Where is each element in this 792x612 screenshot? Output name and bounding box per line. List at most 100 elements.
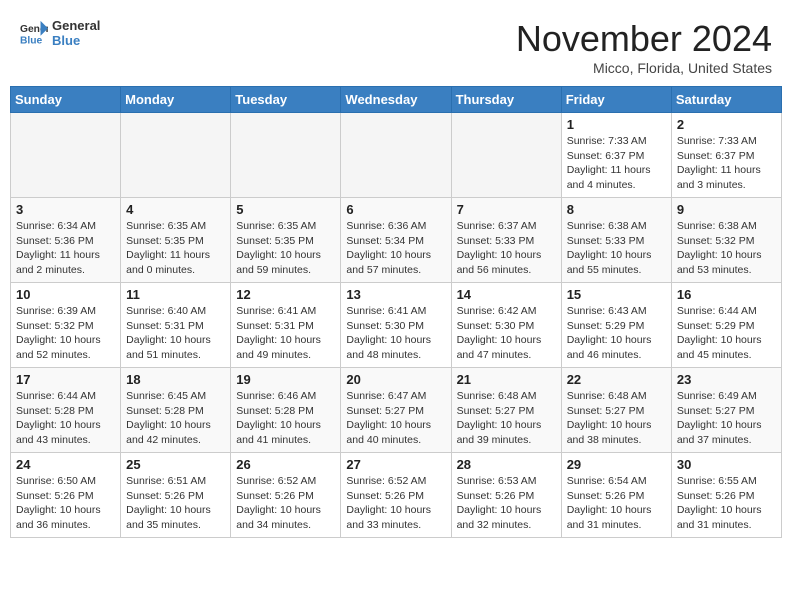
- calendar-cell: 12Sunrise: 6:41 AM Sunset: 5:31 PM Dayli…: [231, 283, 341, 368]
- calendar-cell: 27 Sunrise: 6:52 AM Sunset: 5:26 PM Dayli…: [341, 453, 451, 538]
- day-number: 25: [126, 457, 225, 472]
- calendar-cell: 2Sunrise: 7:33 AM Sunset: 6:37 PM Daylig…: [671, 113, 781, 198]
- day-info: Sunrise: 6:37 AM Sunset: 5:33 PM Dayligh…: [457, 219, 556, 278]
- day-info: Sunrise: 6:34 AM Sunset: 5:36 PM Dayligh…: [16, 219, 115, 278]
- day-number: 20: [346, 372, 445, 387]
- weekday-header-wednesday: Wednesday: [341, 87, 451, 113]
- calendar-cell: 15 Sunrise: 6:43 AM Sunset: 5:29 PM Dayli…: [561, 283, 671, 368]
- day-info: Sunrise: 6:39 AM Sunset: 5:32 PM Dayligh…: [16, 304, 115, 363]
- calendar-body: 1Sunrise: 7:33 AM Sunset: 6:37 PM Daylig…: [11, 113, 782, 538]
- calendar-cell: [231, 113, 341, 198]
- calendar-cell: 19 Sunrise: 6:46 AM Sunset: 5:28 PM Dayli…: [231, 368, 341, 453]
- day-info: Sunrise: 6:44 AM Sunset: 5:29 PM Dayligh…: [677, 304, 776, 363]
- month-title: November 2024: [516, 18, 772, 60]
- calendar-week-3: 10 Sunrise: 6:39 AM Sunset: 5:32 PM Dayli…: [11, 283, 782, 368]
- day-info: Sunrise: 6:41 AM Sunset: 5:31 PM Dayligh…: [236, 304, 335, 363]
- day-number: 19: [236, 372, 335, 387]
- day-number: 21: [457, 372, 556, 387]
- calendar-cell: 4Sunrise: 6:35 AM Sunset: 5:35 PM Daylig…: [121, 198, 231, 283]
- calendar-cell: 9Sunrise: 6:38 AM Sunset: 5:32 PM Daylig…: [671, 198, 781, 283]
- calendar-cell: 11Sunrise: 6:40 AM Sunset: 5:31 PM Dayli…: [121, 283, 231, 368]
- calendar-cell: 5 Sunrise: 6:35 AM Sunset: 5:35 PM Daylig…: [231, 198, 341, 283]
- day-number: 30: [677, 457, 776, 472]
- day-number: 27: [346, 457, 445, 472]
- day-number: 13: [346, 287, 445, 302]
- day-info: Sunrise: 6:49 AM Sunset: 5:27 PM Dayligh…: [677, 389, 776, 448]
- calendar-cell: 30 Sunrise: 6:55 AM Sunset: 5:26 PM Dayli…: [671, 453, 781, 538]
- day-number: 17: [16, 372, 115, 387]
- day-info: Sunrise: 6:55 AM Sunset: 5:26 PM Dayligh…: [677, 474, 776, 533]
- logo-blue: Blue: [52, 33, 100, 48]
- day-number: 6: [346, 202, 445, 217]
- day-info: Sunrise: 7:33 AM Sunset: 6:37 PM Dayligh…: [567, 134, 666, 193]
- day-number: 22: [567, 372, 666, 387]
- day-number: 14: [457, 287, 556, 302]
- weekday-header-thursday: Thursday: [451, 87, 561, 113]
- weekday-header-tuesday: Tuesday: [231, 87, 341, 113]
- day-info: Sunrise: 6:48 AM Sunset: 5:27 PM Dayligh…: [457, 389, 556, 448]
- calendar-week-4: 17 Sunrise: 6:44 AM Sunset: 5:28 PM Dayli…: [11, 368, 782, 453]
- calendar-week-2: 3Sunrise: 6:34 AM Sunset: 5:36 PM Daylig…: [11, 198, 782, 283]
- calendar-cell: 13 Sunrise: 6:41 AM Sunset: 5:30 PM Dayli…: [341, 283, 451, 368]
- calendar-cell: [341, 113, 451, 198]
- day-info: Sunrise: 6:43 AM Sunset: 5:29 PM Dayligh…: [567, 304, 666, 363]
- day-info: Sunrise: 6:38 AM Sunset: 5:32 PM Dayligh…: [677, 219, 776, 278]
- day-number: 10: [16, 287, 115, 302]
- day-info: Sunrise: 6:45 AM Sunset: 5:28 PM Dayligh…: [126, 389, 225, 448]
- location: Micco, Florida, United States: [516, 60, 772, 76]
- weekday-header-saturday: Saturday: [671, 87, 781, 113]
- day-info: Sunrise: 6:52 AM Sunset: 5:26 PM Dayligh…: [236, 474, 335, 533]
- calendar-cell: 25Sunrise: 6:51 AM Sunset: 5:26 PM Dayli…: [121, 453, 231, 538]
- calendar-cell: 16Sunrise: 6:44 AM Sunset: 5:29 PM Dayli…: [671, 283, 781, 368]
- day-number: 23: [677, 372, 776, 387]
- day-number: 5: [236, 202, 335, 217]
- day-number: 26: [236, 457, 335, 472]
- day-info: Sunrise: 6:50 AM Sunset: 5:26 PM Dayligh…: [16, 474, 115, 533]
- calendar-cell: 21 Sunrise: 6:48 AM Sunset: 5:27 PM Dayli…: [451, 368, 561, 453]
- weekday-header-monday: Monday: [121, 87, 231, 113]
- day-info: Sunrise: 6:36 AM Sunset: 5:34 PM Dayligh…: [346, 219, 445, 278]
- calendar-cell: 1Sunrise: 7:33 AM Sunset: 6:37 PM Daylig…: [561, 113, 671, 198]
- calendar-header: SundayMondayTuesdayWednesdayThursdayFrid…: [11, 87, 782, 113]
- calendar-cell: 8Sunrise: 6:38 AM Sunset: 5:33 PM Daylig…: [561, 198, 671, 283]
- day-info: Sunrise: 6:41 AM Sunset: 5:30 PM Dayligh…: [346, 304, 445, 363]
- weekday-header-sunday: Sunday: [11, 87, 121, 113]
- calendar-table: SundayMondayTuesdayWednesdayThursdayFrid…: [10, 86, 782, 538]
- calendar-cell: 18Sunrise: 6:45 AM Sunset: 5:28 PM Dayli…: [121, 368, 231, 453]
- day-number: 24: [16, 457, 115, 472]
- calendar-cell: [121, 113, 231, 198]
- calendar-cell: 26 Sunrise: 6:52 AM Sunset: 5:26 PM Dayli…: [231, 453, 341, 538]
- logo-general: General: [52, 18, 100, 33]
- calendar-week-5: 24 Sunrise: 6:50 AM Sunset: 5:26 PM Dayli…: [11, 453, 782, 538]
- day-number: 2: [677, 117, 776, 132]
- day-number: 4: [126, 202, 225, 217]
- calendar-week-1: 1Sunrise: 7:33 AM Sunset: 6:37 PM Daylig…: [11, 113, 782, 198]
- day-number: 8: [567, 202, 666, 217]
- day-info: Sunrise: 6:48 AM Sunset: 5:27 PM Dayligh…: [567, 389, 666, 448]
- calendar-cell: 22 Sunrise: 6:48 AM Sunset: 5:27 PM Dayli…: [561, 368, 671, 453]
- day-info: Sunrise: 6:35 AM Sunset: 5:35 PM Dayligh…: [236, 219, 335, 278]
- day-info: Sunrise: 6:52 AM Sunset: 5:26 PM Dayligh…: [346, 474, 445, 533]
- calendar-cell: 3Sunrise: 6:34 AM Sunset: 5:36 PM Daylig…: [11, 198, 121, 283]
- calendar-cell: 6 Sunrise: 6:36 AM Sunset: 5:34 PM Daylig…: [341, 198, 451, 283]
- title-area: November 2024 Micco, Florida, United Sta…: [516, 18, 772, 76]
- calendar-cell: 20Sunrise: 6:47 AM Sunset: 5:27 PM Dayli…: [341, 368, 451, 453]
- page-header: General Blue General Blue November 2024 …: [10, 10, 782, 86]
- day-number: 11: [126, 287, 225, 302]
- weekday-header-friday: Friday: [561, 87, 671, 113]
- day-info: Sunrise: 6:46 AM Sunset: 5:28 PM Dayligh…: [236, 389, 335, 448]
- day-info: Sunrise: 6:54 AM Sunset: 5:26 PM Dayligh…: [567, 474, 666, 533]
- calendar-cell: 14Sunrise: 6:42 AM Sunset: 5:30 PM Dayli…: [451, 283, 561, 368]
- calendar-cell: 7 Sunrise: 6:37 AM Sunset: 5:33 PM Daylig…: [451, 198, 561, 283]
- day-number: 15: [567, 287, 666, 302]
- calendar-cell: [11, 113, 121, 198]
- day-info: Sunrise: 6:44 AM Sunset: 5:28 PM Dayligh…: [16, 389, 115, 448]
- calendar-cell: [451, 113, 561, 198]
- day-info: Sunrise: 6:53 AM Sunset: 5:26 PM Dayligh…: [457, 474, 556, 533]
- weekday-header-row: SundayMondayTuesdayWednesdayThursdayFrid…: [11, 87, 782, 113]
- calendar-cell: 10 Sunrise: 6:39 AM Sunset: 5:32 PM Dayli…: [11, 283, 121, 368]
- day-number: 7: [457, 202, 556, 217]
- day-number: 29: [567, 457, 666, 472]
- day-number: 28: [457, 457, 556, 472]
- calendar-cell: 28 Sunrise: 6:53 AM Sunset: 5:26 PM Dayli…: [451, 453, 561, 538]
